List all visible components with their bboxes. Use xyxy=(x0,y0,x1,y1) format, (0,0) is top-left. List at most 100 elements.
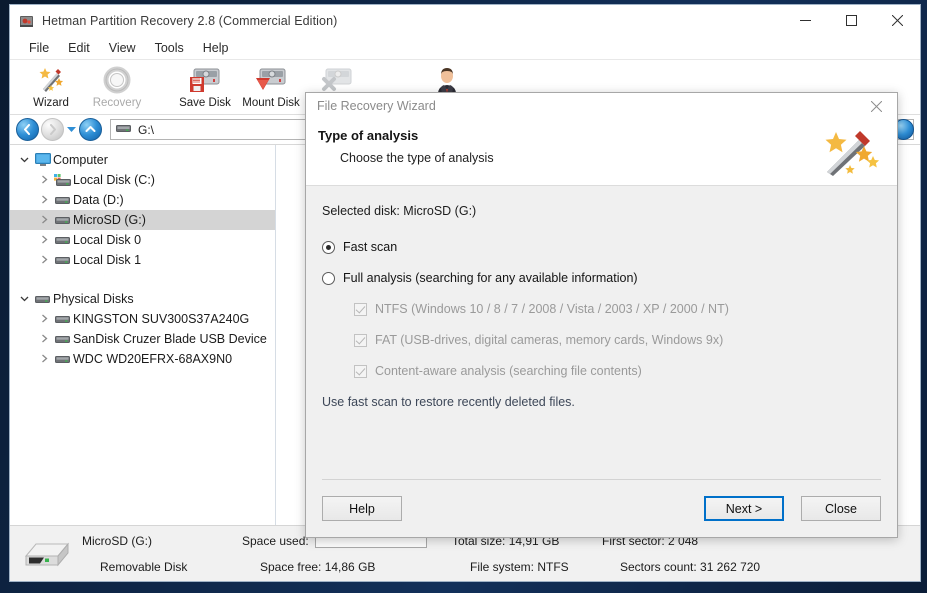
sidebar-item-kingston[interactable]: KINGSTON SUV300S37A240G xyxy=(10,309,275,329)
close-icon[interactable] xyxy=(855,93,897,119)
drive-icon xyxy=(52,314,73,325)
sidebar-item-local-disk-1[interactable]: Local Disk 1 xyxy=(10,250,275,270)
dialog-title: File Recovery Wizard xyxy=(317,99,436,113)
toolbar-button-recovery[interactable]: Recovery xyxy=(84,62,150,114)
sidebar-item-wdc[interactable]: WDC WD20EFRX-68AX9N0 xyxy=(10,349,275,369)
magic-wand-icon xyxy=(36,64,66,95)
title-bar: Hetman Partition Recovery 2.8 (Commercia… xyxy=(10,5,920,36)
chevron-right-icon[interactable] xyxy=(36,314,52,325)
next-button[interactable]: Next > xyxy=(704,496,784,521)
dialog-body: Selected disk: MicroSD (G:) Fast scan Fu… xyxy=(306,186,897,479)
drive-icon xyxy=(116,123,131,137)
sidebar-item-sandisk[interactable]: SanDisk Cruzer Blade USB Device xyxy=(10,329,275,349)
status-sectors-count: Sectors count: 31 262 720 xyxy=(602,554,832,580)
user-account-icon xyxy=(432,64,462,95)
dialog-hint-text: Use fast scan to restore recently delete… xyxy=(322,395,881,409)
system-drive-icon xyxy=(52,174,73,187)
chevron-down-icon[interactable] xyxy=(16,155,32,166)
status-space-free: Space free: 14,86 GB xyxy=(242,554,452,580)
sidebar-item-label: Local Disk 1 xyxy=(73,253,141,267)
sidebar-group-computer[interactable]: Computer xyxy=(10,150,275,170)
dialog-header-subtitle: Choose the type of analysis xyxy=(340,151,897,165)
drive-icon xyxy=(52,354,73,365)
computer-icon xyxy=(32,153,53,167)
menu-item-tools[interactable]: Tools xyxy=(146,38,193,58)
toolbar-button-wizard[interactable]: Wizard xyxy=(18,62,84,114)
radio-button-icon[interactable] xyxy=(322,272,335,285)
dialog-title-bar: File Recovery Wizard xyxy=(306,93,897,119)
drive-tree-sidebar[interactable]: Computer Local Disk (C:) xyxy=(10,145,276,525)
checkbox-ntfs: NTFS (Windows 10 / 8 / 7 / 2008 / Vista … xyxy=(322,302,881,316)
radio-button-icon[interactable] xyxy=(322,241,335,254)
menu-bar: File Edit View Tools Help xyxy=(10,36,920,60)
sidebar-spacer xyxy=(10,270,275,289)
chevron-right-icon[interactable] xyxy=(36,235,52,246)
selected-disk-label: Selected disk: MicroSD (G:) xyxy=(322,204,881,218)
sidebar-item-label: Local Disk (C:) xyxy=(73,173,155,187)
sidebar-group-physical-disks[interactable]: Physical Disks xyxy=(10,289,275,309)
unmount-disk-icon xyxy=(320,64,354,95)
radio-fast-scan-label: Fast scan xyxy=(343,240,397,254)
chevron-right-icon[interactable] xyxy=(36,354,52,365)
sidebar-item-label: Data (D:) xyxy=(73,193,124,207)
forward-arrow-icon xyxy=(41,118,64,141)
toolbar-label-save-disk: Save Disk xyxy=(179,97,231,109)
file-recovery-wizard-dialog: File Recovery Wizard Type of analysis Ch… xyxy=(305,92,898,538)
toolbar-button-mount-disk[interactable]: Mount Disk xyxy=(238,62,304,114)
sidebar-group-label-physical-disks: Physical Disks xyxy=(53,292,134,306)
sidebar-item-label: MicroSD (G:) xyxy=(73,213,146,227)
toolbar-button-save-disk[interactable]: Save Disk xyxy=(172,62,238,114)
drive-icon xyxy=(52,334,73,345)
status-file-system: File system: NTFS xyxy=(452,554,602,580)
drive-icon xyxy=(32,294,53,305)
radio-fast-scan[interactable]: Fast scan xyxy=(322,240,881,254)
drive-icon xyxy=(52,195,73,206)
sidebar-item-local-disk-0[interactable]: Local Disk 0 xyxy=(10,230,275,250)
toolbar-label-mount-disk: Mount Disk xyxy=(242,97,300,109)
removable-disk-icon xyxy=(10,537,82,571)
menu-item-edit[interactable]: Edit xyxy=(59,38,99,58)
checkbox-icon xyxy=(354,365,367,378)
status-volume-name: MicroSD (G:) xyxy=(82,528,242,554)
window-controls xyxy=(782,5,920,36)
menu-item-help[interactable]: Help xyxy=(194,38,238,58)
chevron-right-icon[interactable] xyxy=(36,334,52,345)
sidebar-item-microsd-g[interactable]: MicroSD (G:) xyxy=(10,210,275,230)
checkbox-content-aware-label: Content-aware analysis (searching file c… xyxy=(375,364,642,378)
help-button[interactable]: Help xyxy=(322,496,402,521)
chevron-right-icon[interactable] xyxy=(36,255,52,266)
checkbox-content-aware: Content-aware analysis (searching file c… xyxy=(322,364,881,378)
sidebar-item-data-d[interactable]: Data (D:) xyxy=(10,190,275,210)
drive-icon xyxy=(52,235,73,246)
magic-wand-icon xyxy=(819,130,881,181)
up-arrow-icon[interactable] xyxy=(79,118,102,141)
checkbox-icon xyxy=(354,303,367,316)
save-disk-icon xyxy=(188,64,222,95)
lifebuoy-icon xyxy=(102,64,132,95)
chevron-right-icon[interactable] xyxy=(36,195,52,206)
toolbar-label-recovery: Recovery xyxy=(93,97,142,109)
status-volume-column: MicroSD (G:) Removable Disk xyxy=(82,526,242,581)
back-arrow-icon[interactable] xyxy=(16,118,39,141)
sidebar-item-label: Local Disk 0 xyxy=(73,233,141,247)
sidebar-group-label-computer: Computer xyxy=(53,153,108,167)
app-icon xyxy=(19,13,35,29)
menu-item-view[interactable]: View xyxy=(100,38,145,58)
sidebar-item-label: KINGSTON SUV300S37A240G xyxy=(73,312,249,326)
menu-item-file[interactable]: File xyxy=(20,38,58,58)
close-dialog-button[interactable]: Close xyxy=(801,496,881,521)
minimize-button[interactable] xyxy=(782,5,828,36)
checkbox-fat: FAT (USB-drives, digital cameras, memory… xyxy=(322,333,881,347)
dialog-footer: Help Next > Close xyxy=(322,479,881,537)
radio-full-analysis[interactable]: Full analysis (searching for any availab… xyxy=(322,271,881,285)
chevron-down-icon[interactable] xyxy=(16,294,32,305)
close-button[interactable] xyxy=(874,5,920,36)
chevron-right-icon[interactable] xyxy=(36,215,52,226)
sidebar-item-local-disk-c[interactable]: Local Disk (C:) xyxy=(10,170,275,190)
sidebar-item-label: SanDisk Cruzer Blade USB Device xyxy=(73,332,267,346)
chevron-right-icon[interactable] xyxy=(36,175,52,186)
chevron-down-icon[interactable] xyxy=(67,125,76,135)
maximize-button[interactable] xyxy=(828,5,874,36)
status-volume-type: Removable Disk xyxy=(82,554,242,580)
sidebar-item-label: WDC WD20EFRX-68AX9N0 xyxy=(73,352,232,366)
